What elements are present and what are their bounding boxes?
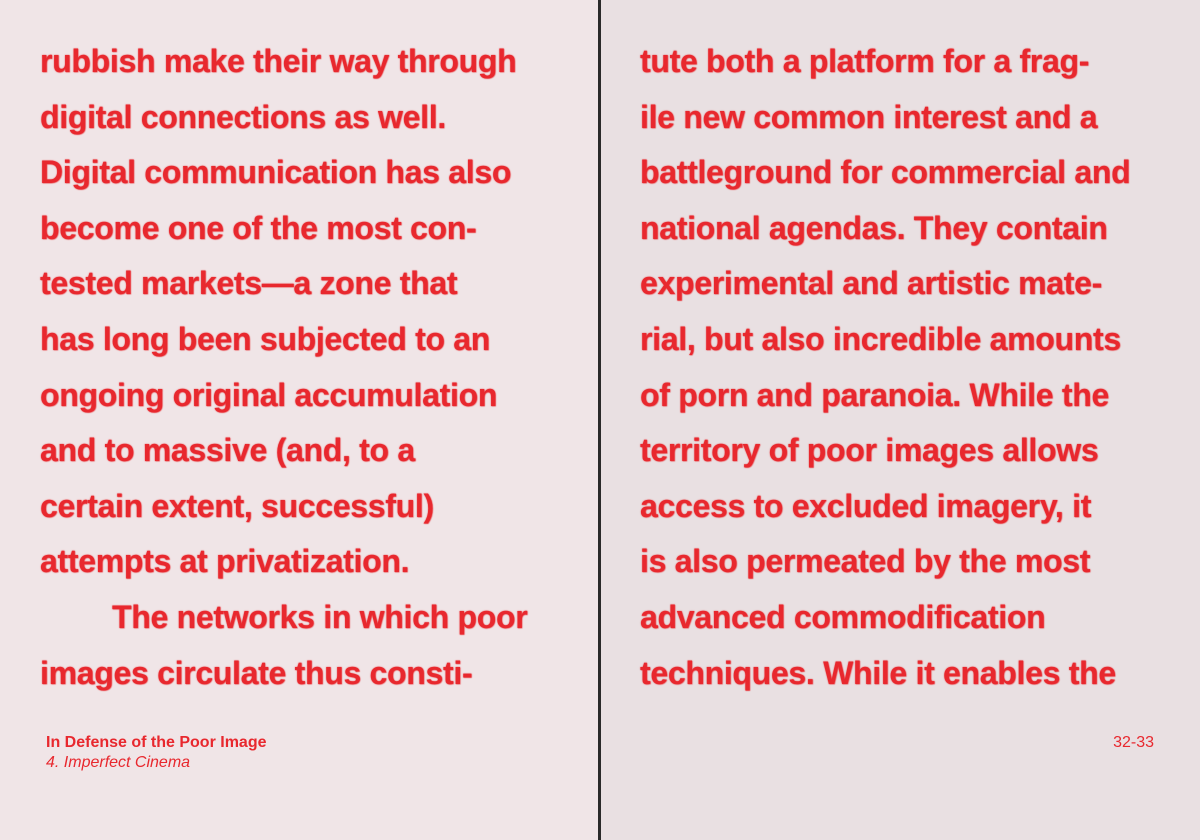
paragraph-start-line: The networks in which poor	[112, 598, 528, 635]
text-line: experimental and artistic mate-	[640, 265, 1102, 302]
running-footer-chapter: 4. Imperfect Cinema	[46, 754, 191, 771]
text-line: rial, but also incredible amounts	[640, 320, 1121, 357]
right-page: tute both a platform for a frag- ile new…	[601, 0, 1200, 840]
text-line: ile new common interest and a	[640, 98, 1098, 135]
text-line: ongoing original accumulation	[40, 376, 498, 413]
text-line: tute both a platform for a frag-	[640, 43, 1090, 79]
text-line: become one of the most con-	[40, 209, 477, 246]
page-numbers: 32-33	[1113, 734, 1154, 751]
text-line: battleground for commercial and	[640, 154, 1131, 191]
text-line: national agendas. They contain	[640, 209, 1108, 246]
text-line: Digital communication has also	[40, 154, 512, 191]
left-page: rubbish make their way through digital c…	[0, 0, 598, 840]
right-page-body-text: tute both a platform for a frag- ile new…	[640, 34, 1180, 701]
text-line: is also permeated by the most	[640, 543, 1091, 580]
text-line: has long been subjected to an	[40, 320, 491, 357]
text-line: territory of poor images allows	[640, 432, 1099, 469]
text-line: tested markets—a zone that	[40, 265, 458, 302]
text-line: digital connections as well.	[40, 98, 446, 135]
left-page-body-text: rubbish make their way through digital c…	[40, 34, 580, 701]
text-line: techniques. While it enables the	[640, 654, 1116, 691]
text-line: images circulate thus consti-	[40, 654, 473, 691]
book-spread: rubbish make their way through digital c…	[0, 0, 1200, 840]
text-line: attempts at privatization.	[40, 543, 410, 580]
text-line: access to excluded imagery, it	[640, 487, 1092, 524]
text-line: and to massive (and, to a	[40, 432, 415, 469]
text-line: advanced commodification	[640, 598, 1046, 635]
text-line: of porn and paranoia. While the	[640, 376, 1109, 413]
text-line: certain extent, successful)	[40, 487, 434, 524]
running-footer-book-title: In Defense of the Poor Image	[46, 734, 267, 751]
text-line: rubbish make their way through	[40, 43, 517, 79]
